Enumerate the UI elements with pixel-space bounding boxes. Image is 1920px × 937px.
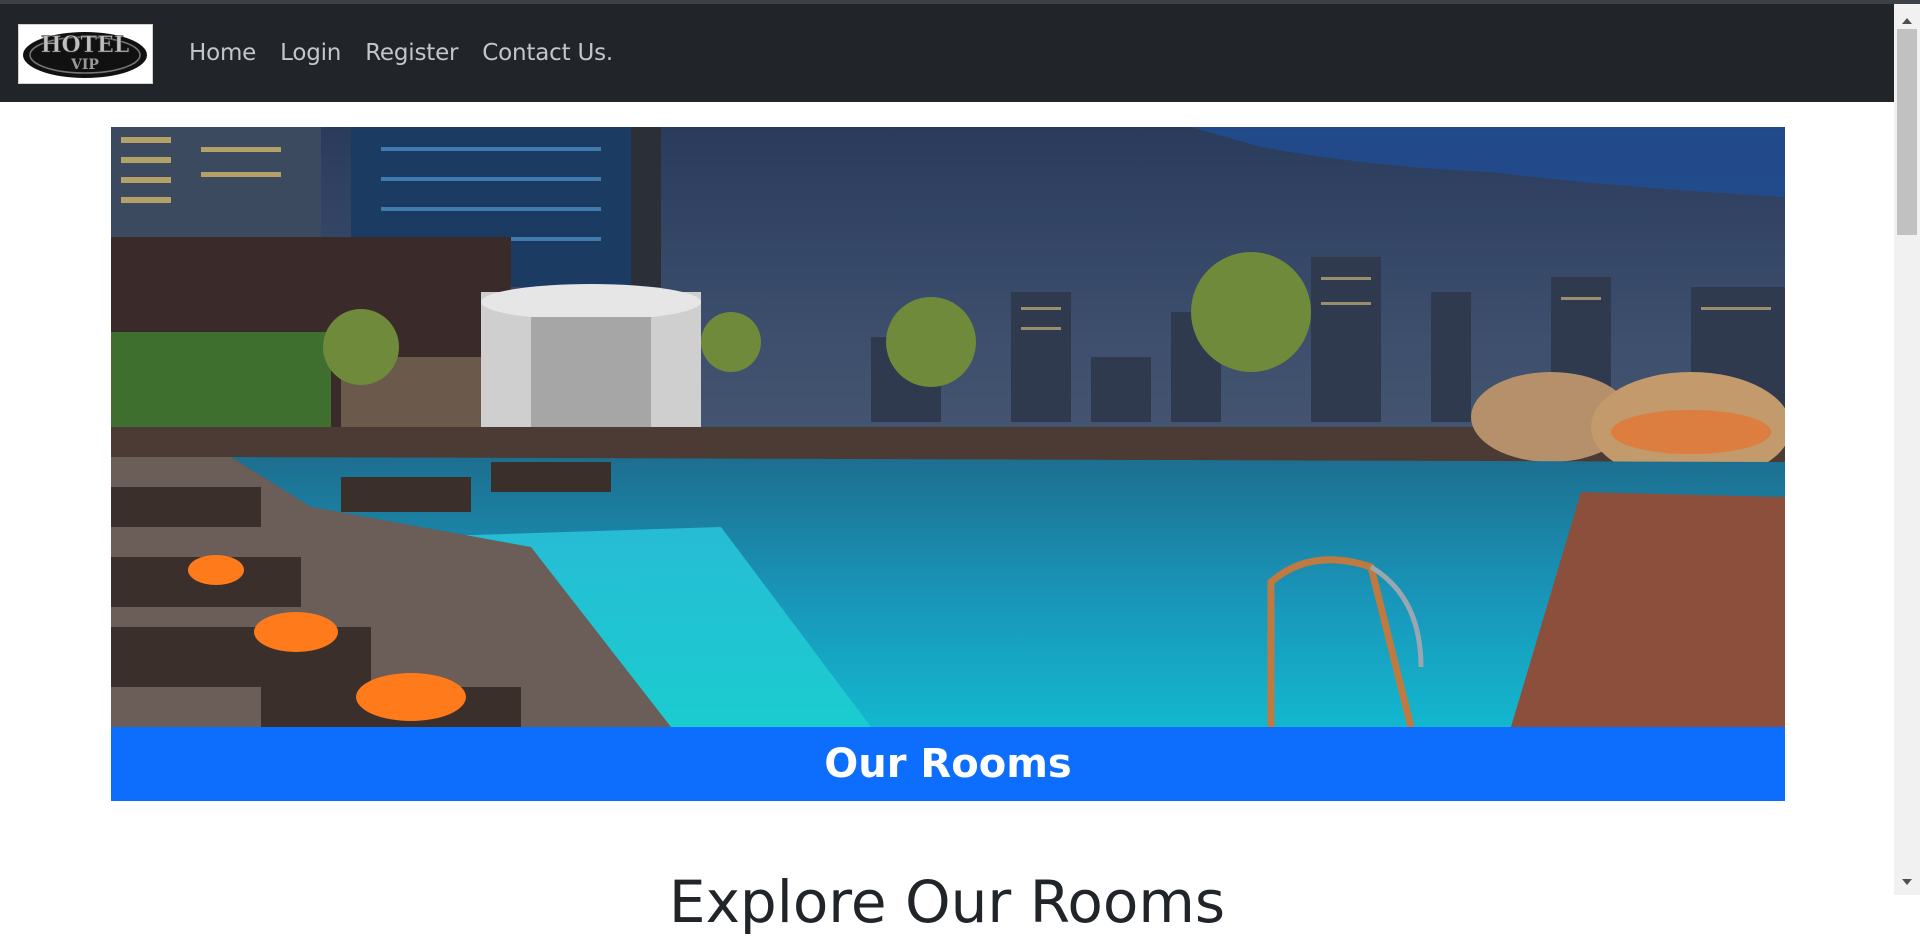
svg-text:VIP: VIP xyxy=(70,57,99,73)
nav-home-link[interactable]: Home xyxy=(189,40,256,66)
scroll-thumb[interactable] xyxy=(1897,29,1917,235)
hero-image xyxy=(111,127,1785,727)
scroll-down-arrow-icon[interactable] xyxy=(1902,879,1912,885)
svg-text:HOTEL: HOTEL xyxy=(41,32,130,58)
nav-links: Home Login Register Contact Us. xyxy=(189,4,637,102)
section-title: Explore Our Rooms xyxy=(668,867,1226,936)
hero-pool-illustration xyxy=(111,127,1785,727)
nav-login-link[interactable]: Login xyxy=(280,40,341,66)
page-scrollbar[interactable] xyxy=(1894,4,1920,895)
banner-title: Our Rooms xyxy=(824,741,1072,787)
navbar: HOTEL VIP Home Login Register Contact Us… xyxy=(0,4,1894,102)
hotel-logo[interactable]: HOTEL VIP xyxy=(18,24,153,84)
nav-contact-link[interactable]: Contact Us. xyxy=(482,40,613,66)
our-rooms-banner: Our Rooms xyxy=(111,727,1785,801)
logo-image: HOTEL VIP xyxy=(23,32,147,78)
scroll-up-arrow-icon[interactable] xyxy=(1902,18,1912,24)
nav-register-link[interactable]: Register xyxy=(365,40,458,66)
